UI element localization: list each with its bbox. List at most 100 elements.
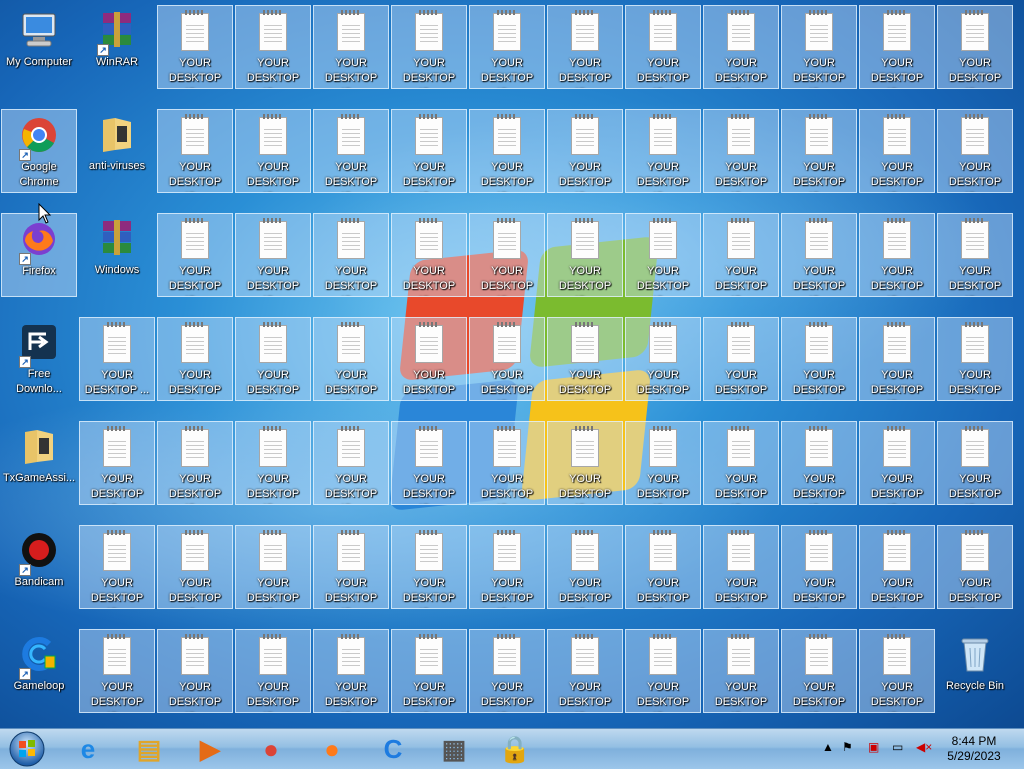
ransom-note-file[interactable]: YOUR DESKTOP IS... <box>235 317 311 401</box>
ransom-note-file[interactable]: YOUR DESKTOP IS... <box>235 421 311 505</box>
ransom-note-file[interactable]: YOUR DESKTOP IS... <box>235 629 311 713</box>
ransom-note-file[interactable]: YOUR DESKTOP IS... <box>625 629 701 713</box>
taskbar-pinned-lock-app-button[interactable]: 🔒 <box>489 731 541 767</box>
ransom-note-file[interactable]: YOUR DESKTOP IS... <box>157 525 233 609</box>
desktop-icon-anti-viruses[interactable]: anti-viruses <box>79 109 155 193</box>
clock[interactable]: 8:44 PM 5/29/2023 <box>936 734 1012 764</box>
desktop-icon-bandicam[interactable]: ↗ Bandicam <box>1 525 77 609</box>
ransom-note-file[interactable]: YOUR DESKTOP IS... <box>781 5 857 89</box>
ransom-note-file[interactable]: YOUR DESKTOP IS... <box>469 5 545 89</box>
desktop-icon-google-chrome[interactable]: ↗ Google Chrome <box>1 109 77 193</box>
ransom-note-file[interactable]: YOUR DESKTOP IS... <box>625 109 701 193</box>
desktop-icon-my-computer[interactable]: My Computer <box>1 5 77 89</box>
ransom-note-file[interactable]: YOUR DESKTOP IS... <box>703 317 779 401</box>
ransom-note-file[interactable]: YOUR DESKTOP IS... <box>313 317 389 401</box>
ransom-note-file[interactable]: YOUR DESKTOP IS... <box>859 213 935 297</box>
desktop-icon-txgameassistant[interactable]: TxGameAssi... <box>1 421 77 505</box>
ransom-note-file[interactable]: YOUR DESKTOP IS... <box>547 317 623 401</box>
ransom-note-file[interactable]: YOUR DESKTOP IS... <box>859 629 935 713</box>
ransom-note-file[interactable]: YOUR DESKTOP IS... <box>547 421 623 505</box>
ransom-note-file[interactable]: YOUR DESKTOP IS... <box>469 629 545 713</box>
ransom-note-file[interactable]: YOUR DESKTOP IS... <box>703 5 779 89</box>
desktop-icon-windows[interactable]: Windows <box>79 213 155 297</box>
ransom-note-file[interactable]: YOUR DESKTOP IS... <box>703 525 779 609</box>
ransom-note-file[interactable]: YOUR DESKTOP IS... <box>157 421 233 505</box>
ransom-note-file[interactable]: YOUR DESKTOP IS... <box>859 525 935 609</box>
ransom-note-file[interactable]: YOUR DESKTOP IS... <box>625 421 701 505</box>
ransom-note-file[interactable]: YOUR DESKTOP IS... <box>391 5 467 89</box>
ransom-note-file[interactable]: YOUR DESKTOP IS... <box>235 5 311 89</box>
ransom-note-file[interactable]: YOUR DESKTOP IS... <box>781 421 857 505</box>
ransom-note-file[interactable]: YOUR DESKTOP IS... <box>547 109 623 193</box>
ransom-note-file[interactable]: YOUR DESKTOP IS... <box>469 109 545 193</box>
ransom-note-file[interactable]: YOUR DESKTOP IS... <box>391 525 467 609</box>
desktop-icon-recycle-bin[interactable]: Recycle Bin <box>937 629 1013 713</box>
ransom-note-file[interactable]: YOUR DESKTOP IS... <box>937 5 1013 89</box>
ransom-note-file[interactable]: YOUR DESKTOP IS... <box>547 525 623 609</box>
desktop-icon-firefox[interactable]: ↗ Firefox <box>1 213 77 297</box>
ransom-note-file[interactable]: YOUR DESKTOP IS... <box>235 213 311 297</box>
ransom-note-file[interactable]: YOUR DESKTOP IS... <box>469 317 545 401</box>
ransom-note-file[interactable]: YOUR DESKTOP IS... <box>79 525 155 609</box>
taskbar-pinned-media-player-button[interactable]: ▶ <box>184 731 236 767</box>
start-button[interactable] <box>0 731 54 767</box>
ransom-note-file[interactable]: YOUR DESKTOP IS... <box>781 629 857 713</box>
ransom-note-file[interactable]: YOUR DESKTOP IS... <box>781 525 857 609</box>
ransom-note-file[interactable]: YOUR DESKTOP IS... <box>781 109 857 193</box>
ransom-note-file[interactable]: YOUR DESKTOP IS... <box>859 109 935 193</box>
volume-icon[interactable]: ◀× <box>916 740 932 754</box>
action-center-icon[interactable]: ⚑ <box>842 740 853 754</box>
ransom-note-file[interactable]: YOUR DESKTOP IS... <box>391 109 467 193</box>
ransom-note-file[interactable]: YOUR DESKTOP IS... <box>391 317 467 401</box>
ransom-note-file[interactable]: YOUR DESKTOP IS... <box>313 5 389 89</box>
ransom-note-file[interactable]: YOUR DESKTOP IS... <box>703 109 779 193</box>
desktop-icon-winrar[interactable]: ↗ WinRAR <box>79 5 155 89</box>
ransom-note-file[interactable]: YOUR DESKTOP IS... <box>937 317 1013 401</box>
ransom-note-file[interactable]: YOUR DESKTOP IS... <box>937 421 1013 505</box>
ransom-note-file[interactable]: YOUR DESKTOP IS... <box>235 109 311 193</box>
ransom-note-file[interactable]: YOUR DESKTOP IS... <box>469 421 545 505</box>
ransom-note-file[interactable]: YOUR DESKTOP IS... <box>625 213 701 297</box>
ransom-note-file[interactable]: YOUR DESKTOP IS... <box>781 317 857 401</box>
ransom-note-file[interactable]: YOUR DESKTOP IS... <box>859 317 935 401</box>
ransom-note-file[interactable]: YOUR DESKTOP IS... <box>937 213 1013 297</box>
show-hidden-icons-button[interactable]: ▲ <box>822 740 834 754</box>
ransom-note-file[interactable]: YOUR DESKTOP IS... <box>703 629 779 713</box>
taskbar-pinned-gameloop-button[interactable]: C <box>367 731 419 767</box>
ransom-note-file[interactable]: YOUR DESKTOP IS... <box>547 5 623 89</box>
ransom-note-file[interactable]: YOUR DESKTOP IS... <box>625 5 701 89</box>
ransom-note-file[interactable]: YOUR DESKTOP IS... <box>937 525 1013 609</box>
taskbar-pinned-notepad-button[interactable]: ▦ <box>428 731 480 767</box>
ransom-note-file[interactable]: YOUR DESKTOP IS... <box>703 213 779 297</box>
ransom-note-file[interactable]: YOUR DESKTOP IS... <box>79 421 155 505</box>
ransom-note-file[interactable]: YOUR DESKTOP IS... <box>313 109 389 193</box>
ransom-note-file[interactable]: YOUR DESKTOP IS... <box>313 629 389 713</box>
ransom-note-file[interactable]: YOUR DESKTOP IS... <box>235 525 311 609</box>
ransom-note-file[interactable]: YOUR DESKTOP IS... <box>157 629 233 713</box>
ransom-note-file[interactable]: YOUR DESKTOP IS... <box>625 317 701 401</box>
ransom-note-file[interactable]: YOUR DESKTOP IS... <box>313 213 389 297</box>
network-icon[interactable]: ▣ <box>868 740 879 754</box>
ransom-note-file[interactable]: YOUR DESKTOP IS... <box>469 525 545 609</box>
ransom-note-file[interactable]: YOUR DESKTOP IS... <box>625 525 701 609</box>
ransom-note-file[interactable]: YOUR DESKTOP IS... <box>157 5 233 89</box>
ransom-note-file[interactable]: YOUR DESKTOP IS... <box>79 629 155 713</box>
ransom-note-file[interactable]: YOUR DESKTOP IS... <box>859 421 935 505</box>
taskbar-pinned-file-explorer-button[interactable]: ▤ <box>123 731 175 767</box>
ransom-note-file[interactable]: YOUR DESKTOP IS... <box>547 629 623 713</box>
desktop-icon-gameloop[interactable]: ↗ Gameloop <box>1 629 77 713</box>
ransom-note-file[interactable]: YOUR DESKTOP IS... <box>937 109 1013 193</box>
ransom-note-file[interactable]: YOUR DESKTOP IS... <box>391 629 467 713</box>
display-icon[interactable]: ▭ <box>892 740 903 754</box>
desktop-icon-free-download[interactable]: ↗ Free Downlo... <box>1 317 77 401</box>
ransom-note-file[interactable]: YOUR DESKTOP IS... <box>547 213 623 297</box>
ransom-note-file[interactable]: YOUR DESKTOP IS... <box>391 213 467 297</box>
ransom-note-file[interactable]: YOUR DESKTOP IS... <box>313 525 389 609</box>
taskbar-pinned-chrome-button[interactable]: ● <box>245 731 297 767</box>
ransom-note-file[interactable]: YOUR DESKTOP IS... <box>391 421 467 505</box>
ransom-note-file[interactable]: YOUR DESKTOP ... <box>79 317 155 401</box>
ransom-note-file[interactable]: YOUR DESKTOP IS... <box>469 213 545 297</box>
ransom-note-file[interactable]: YOUR DESKTOP IS... <box>703 421 779 505</box>
ransom-note-file[interactable]: YOUR DESKTOP IS... <box>157 317 233 401</box>
ransom-note-file[interactable]: YOUR DESKTOP IS... <box>781 213 857 297</box>
